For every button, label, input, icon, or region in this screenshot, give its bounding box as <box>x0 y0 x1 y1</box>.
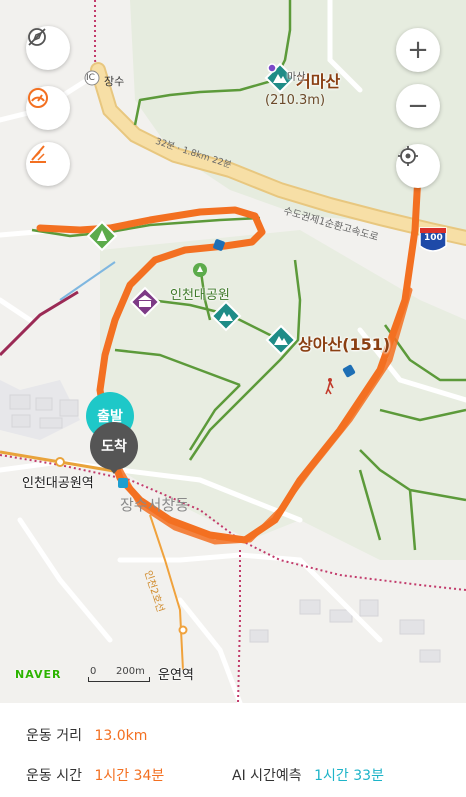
naver-logo[interactable]: NAVER <box>15 668 61 681</box>
compass-off-icon <box>28 28 46 46</box>
park-icon <box>193 263 207 277</box>
sanga-peak-name: 상아산(151) <box>298 335 391 354</box>
zoom-out-button[interactable]: − <box>396 84 440 128</box>
speed-gauge-button[interactable] <box>26 86 70 130</box>
map-view[interactable]: 거마산 마산 (210.3m) 상아산(151) 인천대공원 인천대공원역 운연… <box>0 0 466 703</box>
time-value: 1시간 34분 <box>94 768 165 784</box>
station-unyeon: 운연역 <box>158 668 194 683</box>
locate-button[interactable] <box>396 144 440 188</box>
time-stat: 운동 시간 1시간 34분 <box>26 765 164 785</box>
zoom-in-button[interactable]: + <box>396 28 440 72</box>
locate-icon <box>398 146 418 166</box>
geoma-peak-height: (210.3m) <box>265 93 326 108</box>
park-name: 인천대공원 <box>170 288 230 303</box>
time-label: 운동 시간 <box>26 768 82 784</box>
station-incheon-park: 인천대공원역 <box>22 476 94 491</box>
distance-label: 운동 거리 <box>26 728 82 744</box>
geoma-peak-sublabel: 마산 <box>287 72 306 83</box>
area-name: 장수서창동 <box>120 496 190 514</box>
ai-time-value: 1시간 33분 <box>314 768 384 784</box>
route-edit-icon <box>30 145 46 163</box>
stats-panel: 운동 거리 13.0km 운동 시간 1시간 34분 AI 시간예측 1시간 3… <box>0 703 466 797</box>
end-marker[interactable]: 도착 <box>90 422 138 470</box>
speed-gauge-icon <box>28 88 48 108</box>
ai-time-label: AI 시간예측 <box>232 768 302 784</box>
scale-zero: 0 <box>90 666 97 677</box>
route-shield-number: 100 <box>424 233 443 243</box>
distance-stat: 운동 거리 13.0km <box>26 725 147 745</box>
scale-distance: 200m <box>116 666 145 677</box>
compass-off-button[interactable] <box>26 26 70 70</box>
end-marker-tip <box>106 464 122 474</box>
distance-value: 13.0km <box>94 728 148 744</box>
route-edit-button[interactable] <box>26 142 70 186</box>
map-scale: 0 200m <box>88 666 150 682</box>
mountain-marker-geoma-2 <box>267 63 277 73</box>
ai-time-stat: AI 시간예측 1시간 33분 <box>232 765 384 785</box>
ic-label: IC <box>86 73 95 83</box>
jangsu-label: 장수 <box>104 75 125 88</box>
